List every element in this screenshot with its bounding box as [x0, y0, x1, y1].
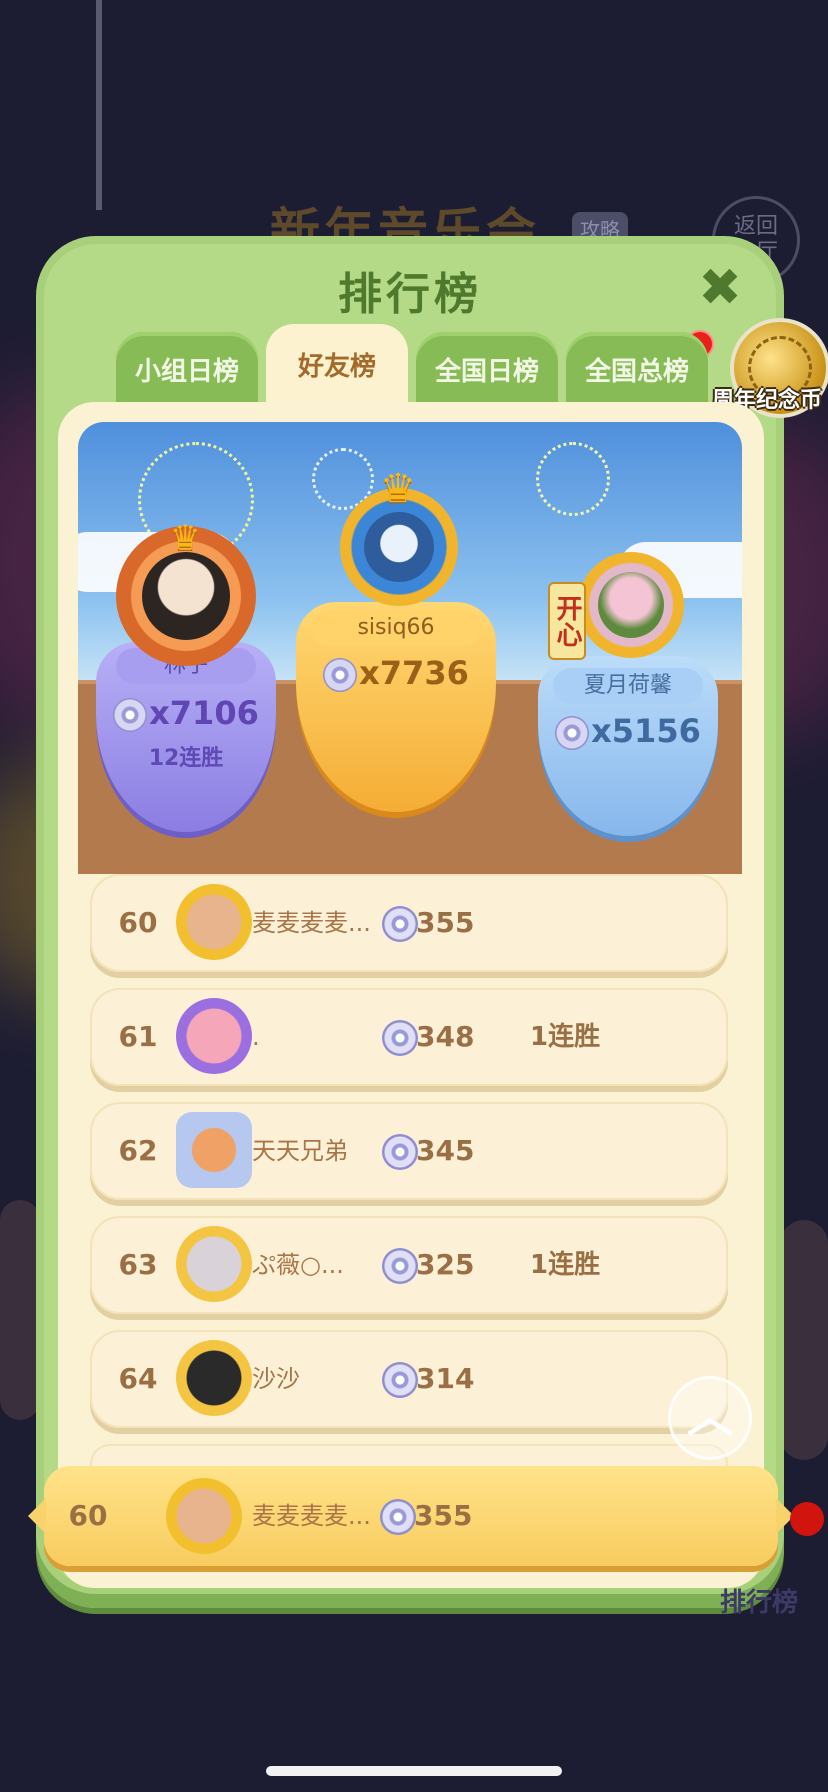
row-rank: 60 — [118, 906, 158, 939]
row-name: 天天兄弟 — [252, 1137, 348, 1165]
row-streak: 1连胜 — [530, 1250, 601, 1280]
second-score-value: x7106 — [149, 694, 259, 732]
bg-leaderboard-label: 排行榜 — [720, 1588, 799, 1618]
table-row[interactable]: 61 . 348 1连胜 — [90, 988, 728, 1086]
bg-rope — [96, 0, 102, 210]
tab-label: 小组日榜 — [134, 356, 239, 387]
disc-icon — [382, 1362, 418, 1398]
row-streak: 1连胜 — [530, 1022, 601, 1052]
first-score-value: x7736 — [359, 654, 469, 692]
row-name: 沙沙 — [252, 1365, 300, 1393]
first-score: x7736 — [296, 654, 496, 692]
second-streak: 12连胜 — [148, 746, 224, 771]
table-row[interactable]: 60 麦麦麦麦... 355 — [90, 874, 728, 972]
row-score: 355 — [382, 874, 474, 972]
table-row[interactable]: 64 沙沙 314 — [90, 1330, 728, 1428]
tab-national-total[interactable]: 全国总榜 — [566, 332, 708, 406]
row-score-value: 348 — [416, 1020, 475, 1053]
podium-third[interactable]: 夏月荷馨 x5156 — [538, 636, 718, 836]
row-score: 314 — [382, 1330, 474, 1428]
row-avatar — [176, 998, 252, 1074]
bg-panel — [0, 1200, 40, 1420]
leaderboard-tabs: 小组日榜 好友榜 全国日榜 全国总榜 — [116, 324, 708, 406]
notification-dot — [790, 1502, 824, 1536]
close-icon[interactable]: ✖ — [694, 262, 746, 314]
podium-stage: 林子 x7106 12连胜 ♛ sisiq66 x7736 ♛ 夏月荷馨 x51… — [78, 422, 742, 874]
first-name: sisiq66 — [311, 610, 481, 646]
tab-label: 好友榜 — [297, 351, 376, 382]
disc-icon — [382, 1020, 418, 1056]
chevron-up-icon: ︿ — [687, 1389, 733, 1443]
my-name: 麦麦麦麦... — [252, 1502, 371, 1530]
third-score-value: x5156 — [591, 712, 701, 750]
row-score-value: 345 — [416, 1134, 475, 1167]
row-rank: 62 — [118, 1134, 158, 1167]
table-row[interactable]: 62 天天兄弟 345 — [90, 1102, 728, 1200]
my-rank: 60 — [68, 1499, 108, 1532]
second-avatar — [142, 552, 230, 640]
row-avatar — [176, 1226, 252, 1302]
my-avatar — [166, 1478, 242, 1554]
my-score-value: 355 — [414, 1499, 473, 1532]
row-rank: 61 — [118, 1020, 158, 1053]
bg-panel — [780, 1220, 828, 1460]
third-avatar — [598, 572, 664, 638]
tab-friends[interactable]: 好友榜 — [266, 324, 408, 404]
row-avatar — [176, 1340, 252, 1416]
row-score-value: 314 — [416, 1362, 475, 1395]
row-name: 麦麦麦麦... — [252, 909, 371, 937]
second-score: x7106 — [96, 694, 276, 732]
row-score: 348 — [382, 988, 474, 1086]
third-score: x5156 — [538, 712, 718, 750]
firework-icon — [536, 442, 610, 516]
tab-group-daily[interactable]: 小组日榜 — [116, 332, 258, 406]
tab-label: 全国总榜 — [584, 356, 689, 387]
podium-first[interactable]: sisiq66 x7736 — [296, 582, 496, 822]
crown-icon: ♛ — [380, 466, 416, 512]
row-avatar — [176, 1112, 252, 1188]
tab-label: 全国日榜 — [434, 356, 539, 387]
third-badge: 开心 — [548, 582, 586, 660]
row-score-value: 355 — [416, 906, 475, 939]
disc-icon — [382, 906, 418, 942]
row-score: 325 — [382, 1216, 474, 1314]
row-name: ぷ薇○... — [252, 1251, 344, 1279]
row-score-value: 325 — [416, 1248, 475, 1281]
row-rank: 64 — [118, 1362, 158, 1395]
first-avatar — [364, 512, 434, 582]
disc-icon — [323, 658, 358, 692]
row-avatar — [176, 884, 252, 960]
row-score: 345 — [382, 1102, 474, 1200]
disc-icon — [113, 698, 148, 732]
table-row[interactable]: 63 ぷ薇○... 325 1连胜 — [90, 1216, 728, 1314]
home-indicator — [266, 1766, 562, 1776]
modal-title: 排行榜 — [338, 269, 482, 320]
disc-icon — [555, 716, 590, 750]
my-score: 355 — [380, 1466, 472, 1566]
third-name: 夏月荷馨 — [553, 668, 703, 704]
my-rank-row[interactable]: 60 麦麦麦麦... 355 — [28, 1466, 794, 1566]
row-name: . — [252, 1023, 260, 1051]
crown-icon: ♛ — [170, 518, 201, 558]
third-badge-label: 开心 — [552, 595, 582, 647]
disc-icon — [382, 1134, 418, 1170]
row-rank: 63 — [118, 1248, 158, 1281]
scroll-to-top-button[interactable]: ︿ — [668, 1376, 752, 1460]
disc-icon — [382, 1248, 418, 1284]
tab-national-daily[interactable]: 全国日榜 — [416, 332, 558, 406]
disc-icon — [380, 1499, 416, 1535]
